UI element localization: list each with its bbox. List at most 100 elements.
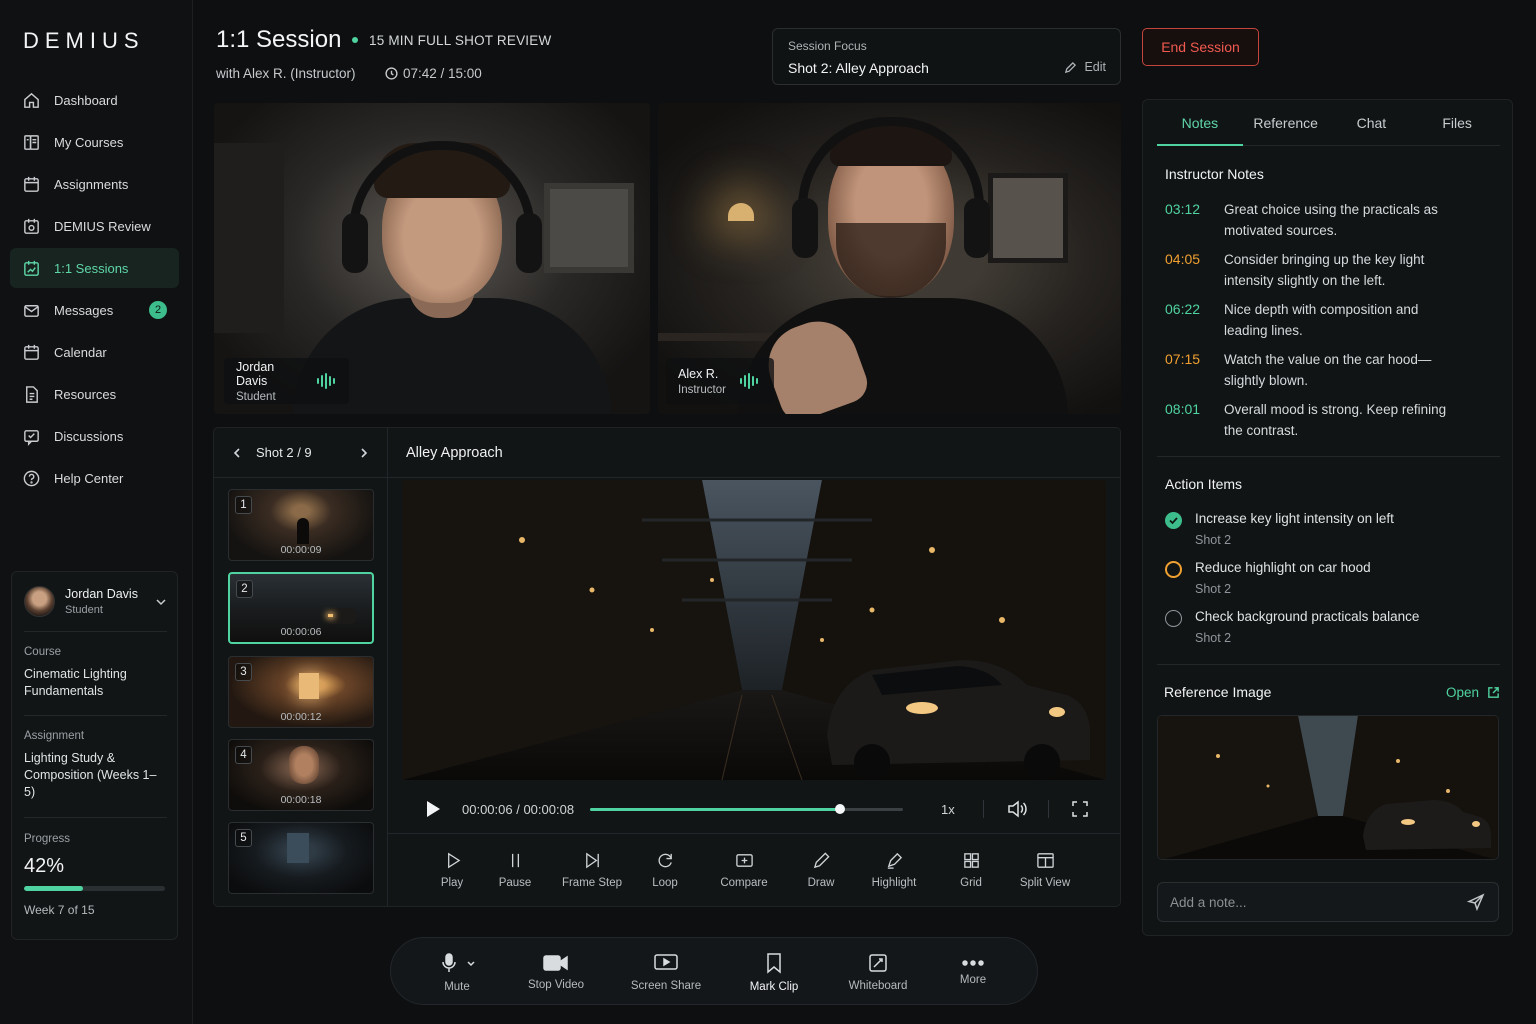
face-closeup (289, 746, 319, 784)
tab-chat[interactable]: Chat (1329, 100, 1415, 145)
tool-label: Grid (960, 877, 982, 889)
microphone-icon (441, 952, 456, 972)
divider (1047, 800, 1049, 818)
note-item[interactable]: 08:01 Overall mood is strong. Keep refin… (1165, 401, 1495, 441)
scrubber[interactable] (590, 803, 904, 814)
mark-clip-button[interactable]: Mark Clip (745, 938, 803, 1006)
open-reference-link[interactable]: Open (1446, 684, 1500, 700)
shot-thumbnail-3[interactable]: 3 00:00:12 (228, 656, 374, 728)
tool-split-view-button[interactable]: Split View (1004, 834, 1086, 906)
shot-thumbnail-4[interactable]: 4 00:00:18 (228, 739, 374, 811)
sidebar-item-sessions[interactable]: 1:1 Sessions (10, 248, 179, 288)
sidebar-item-calendar[interactable]: Calendar (10, 332, 179, 372)
sidebar-item-help-center[interactable]: Help Center (10, 458, 179, 498)
action-items-title: Action Items (1165, 476, 1243, 492)
compare-icon (735, 854, 753, 867)
user-switcher[interactable]: Jordan Davis Student (24, 586, 167, 617)
progress-percent: 42% (24, 855, 65, 877)
screen-share-icon (654, 953, 678, 970)
sidebar-item-resources[interactable]: Resources (10, 374, 179, 414)
play-button[interactable] (418, 794, 448, 824)
more-options-button[interactable]: More (953, 938, 993, 1006)
tool-highlight-button[interactable]: Highlight (850, 834, 938, 906)
tool-loop-button[interactable]: Loop (634, 834, 696, 906)
screen-share-button[interactable]: Screen Share (629, 938, 703, 1006)
call-control-label: Screen Share (630, 979, 702, 992)
shot-thumbnail-5[interactable]: 5 (228, 822, 374, 894)
volume-button[interactable] (1006, 798, 1028, 820)
home-icon (22, 91, 41, 110)
app-logo[interactable]: DEMIUS (23, 28, 145, 54)
note-item[interactable]: 07:15 Watch the value on the car hood—sl… (1165, 351, 1495, 391)
divider (388, 477, 1120, 478)
reference-image[interactable] (1157, 715, 1499, 860)
note-timestamp[interactable]: 06:22 (1165, 301, 1224, 341)
sidebar-item-discussions[interactable]: Discussions (10, 416, 179, 456)
shot-number: 4 (235, 746, 252, 764)
sidebar-item-messages[interactable]: Messages 2 (10, 290, 179, 330)
note-item[interactable]: 04:05 Consider bringing up the key light… (1165, 251, 1495, 291)
fullscreen-button[interactable] (1069, 798, 1091, 820)
video-player[interactable] (402, 480, 1106, 780)
chevron-down-icon[interactable] (466, 958, 476, 968)
playback-speed[interactable]: 1x (941, 802, 955, 817)
action-checkbox-pending[interactable] (1165, 561, 1182, 578)
sidebar: DEMIUS Dashboard My Courses Assignments … (0, 0, 193, 1024)
whiteboard-button[interactable]: Whiteboard (843, 938, 913, 1006)
send-note-button[interactable] (1466, 893, 1485, 912)
tool-draw-button[interactable]: Draw (792, 834, 850, 906)
tool-pause-button[interactable]: Pause (480, 834, 550, 906)
tab-notes[interactable]: Notes (1157, 100, 1243, 146)
wall-frame-decor (544, 183, 634, 273)
next-shot-button[interactable] (355, 444, 373, 462)
window-glow (299, 673, 319, 699)
stop-video-button[interactable]: Stop Video (521, 938, 591, 1006)
chevron-down-icon[interactable] (155, 596, 167, 608)
shot-number: 1 (235, 496, 252, 514)
action-checkbox[interactable] (1165, 610, 1182, 627)
tool-play-button[interactable]: Play (424, 834, 480, 906)
reference-image-title: Reference Image (1164, 684, 1272, 700)
shot-thumbnail-2[interactable]: 2 00:00:06 (228, 572, 374, 644)
loop-icon (658, 853, 672, 868)
note-item[interactable]: 06:22 Nice depth with composition and le… (1165, 301, 1495, 341)
sidebar-item-assignments[interactable]: Assignments (10, 164, 179, 204)
tab-reference[interactable]: Reference (1243, 100, 1329, 145)
shot-duration: 00:00:18 (280, 794, 322, 806)
action-checkbox-checked[interactable] (1165, 512, 1182, 529)
video-tile-instructor[interactable]: Alex R. Instructor (658, 103, 1121, 414)
shot-title: Alley Approach (406, 445, 503, 461)
edit-focus-button[interactable]: Edit (1064, 60, 1106, 74)
end-session-button[interactable]: End Session (1142, 28, 1259, 66)
shot-thumbnail-1[interactable]: 1 00:00:09 (228, 489, 374, 561)
session-focus: Session Focus Shot 2: Alley Approach Edi… (772, 28, 1121, 85)
mute-button[interactable]: Mute (431, 938, 483, 1006)
note-timestamp[interactable]: 08:01 (1165, 401, 1224, 441)
note-input[interactable] (1170, 894, 1450, 910)
sidebar-item-label: Help Center (54, 470, 124, 486)
tool-grid-button[interactable]: Grid (938, 834, 1004, 906)
tool-frame-step-button[interactable]: Frame Step (550, 834, 634, 906)
tool-compare-button[interactable]: Compare (696, 834, 792, 906)
video-camera-icon (543, 954, 568, 971)
video-tile-student[interactable]: Jordan Davis Student (214, 103, 650, 414)
audio-level-icon (317, 373, 337, 389)
tab-files[interactable]: Files (1414, 100, 1500, 145)
note-timestamp[interactable]: 07:15 (1165, 351, 1224, 391)
call-control-label: Stop Video (527, 978, 585, 991)
alley-scene (402, 480, 1106, 780)
sidebar-item-label: My Courses (54, 134, 124, 150)
send-icon (1466, 893, 1485, 912)
sidebar-item-demius-review[interactable]: DEMIUS Review (10, 206, 179, 246)
sidebar-item-my-courses[interactable]: My Courses (10, 122, 179, 162)
player-controls: 00:00:06 / 00:00:08 1x (402, 790, 1106, 828)
note-timestamp[interactable]: 03:12 (1165, 201, 1224, 241)
scrubber-handle[interactable] (835, 803, 846, 814)
sidebar-item-dashboard[interactable]: Dashboard (10, 80, 179, 120)
note-item[interactable]: 03:12 Great choice using the practicals … (1165, 201, 1495, 241)
note-timestamp[interactable]: 04:05 (1165, 251, 1224, 291)
whiteboard-icon (869, 953, 887, 972)
note-text: Nice depth with composition and leading … (1224, 302, 1419, 338)
previous-shot-button[interactable] (228, 444, 246, 462)
pause-icon (511, 853, 519, 868)
